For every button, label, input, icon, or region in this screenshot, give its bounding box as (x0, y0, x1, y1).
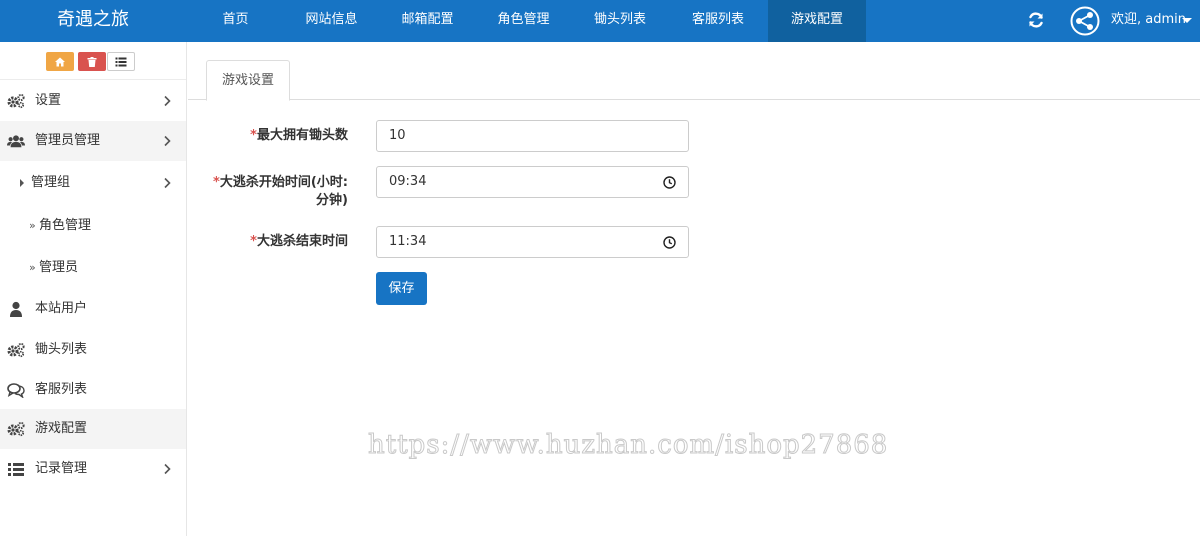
main-nav: 首页 网站信息 邮箱配置 角色管理 锄头列表 客服列表 游戏配置 (188, 0, 866, 42)
field-label-text: 最大拥有锄头数 (256, 128, 348, 143)
sidebar-item-role-manage[interactable]: » 角色管理 (0, 206, 186, 246)
comments-icon (7, 383, 25, 398)
double-angle-right-icon: » (29, 219, 36, 232)
sidebar-item-label: 游戏配置 (35, 421, 88, 436)
field-label: *大逃杀结束时间 (250, 233, 348, 251)
clock-icon[interactable] (663, 176, 676, 189)
time-value: 09:34 (389, 174, 427, 189)
home-icon (55, 57, 65, 66)
top-navbar: 奇遇之旅 首页 网站信息 邮箱配置 角色管理 锄头列表 客服列表 游戏配置 欢迎… (0, 0, 1200, 42)
sidebar-item-label: 设置 (35, 93, 62, 108)
battle-end-time-input[interactable]: 11:34 (376, 226, 689, 258)
sidebar-item-label: 管理员管理 (35, 133, 101, 148)
field-label: *大逃杀开始时间(小时: 分钟) (213, 174, 348, 210)
max-hoes-input[interactable]: 10 (376, 120, 689, 152)
caret-right-icon (20, 179, 24, 187)
sidebar-item-record-manage[interactable]: 记录管理 (0, 449, 186, 489)
nav-item-site-info[interactable]: 网站信息 (283, 0, 380, 42)
nav-item-hoe-list[interactable]: 锄头列表 (572, 0, 668, 42)
share-avatar-icon[interactable] (1070, 6, 1100, 36)
nav-item-game-config[interactable]: 游戏配置 (768, 0, 866, 42)
clear-cache-button[interactable] (78, 52, 106, 71)
sidebar-item-admin-group[interactable]: 管理组 (0, 163, 186, 203)
gears-icon (7, 93, 25, 109)
user-icon (10, 301, 22, 317)
gears-icon (7, 421, 25, 437)
list-icon (115, 57, 127, 66)
sidebar-toolbar (0, 42, 186, 80)
sidebar: 设置 管理员管理 管理组 » 角色管理 » 管理员 本站用户 锄头列表 客服列表… (0, 42, 187, 536)
sidebar-item-admin[interactable]: » 管理员 (0, 248, 186, 288)
required-mark: * (250, 128, 257, 143)
nav-item-mail-config[interactable]: 邮箱配置 (380, 0, 475, 42)
sidebar-item-service-list[interactable]: 客服列表 (0, 370, 186, 410)
sidebar-item-label: 客服列表 (35, 382, 88, 397)
main-content: 游戏设置 *最大拥有锄头数 10 *大逃杀开始时间(小时: 分钟) 09:34 … (188, 42, 1200, 536)
users-icon (7, 135, 25, 148)
user-greeting[interactable]: 欢迎, admin (1111, 0, 1186, 42)
sidebar-item-site-users[interactable]: 本站用户 (0, 289, 186, 329)
sidebar-item-label: 记录管理 (35, 461, 88, 476)
gears-icon (7, 342, 25, 358)
nav-item-role-manage[interactable]: 角色管理 (475, 0, 572, 42)
field-label: *最大拥有锄头数 (250, 127, 348, 145)
field-label-text: 大逃杀结束时间 (256, 234, 348, 249)
home-button[interactable] (46, 52, 74, 71)
caret-down-icon[interactable] (1182, 18, 1192, 23)
chevron-right-icon (164, 95, 171, 107)
nav-item-service-list[interactable]: 客服列表 (668, 0, 768, 42)
battle-start-time-input[interactable]: 09:34 (376, 166, 689, 198)
trash-icon (87, 56, 97, 67)
sidebar-item-label: 锄头列表 (35, 342, 88, 357)
sidebar-item-admin-manage[interactable]: 管理员管理 (0, 121, 186, 161)
sidebar-item-label: 本站用户 (35, 301, 88, 316)
sidebar-item-game-config[interactable]: 游戏配置 (0, 409, 186, 449)
refresh-icon[interactable] (1027, 11, 1045, 29)
watermark-text: https://www.huzhan.com/ishop27868 (367, 430, 889, 461)
nav-item-home[interactable]: 首页 (188, 0, 283, 42)
sidebar-item-label: 管理员 (39, 260, 79, 275)
sidebar-item-label: 角色管理 (39, 218, 92, 233)
chevron-right-icon (164, 135, 171, 147)
list-icon (8, 463, 24, 476)
sidebar-item-label: 管理组 (31, 175, 71, 190)
field-label-text: 大逃杀开始时间(小时: (219, 175, 348, 190)
required-mark: * (213, 175, 220, 190)
tab-game-settings[interactable]: 游戏设置 (206, 60, 290, 101)
clock-icon[interactable] (663, 236, 676, 249)
time-value: 11:34 (389, 234, 427, 249)
sidebar-item-settings[interactable]: 设置 (0, 81, 186, 121)
required-mark: * (250, 234, 257, 249)
chevron-right-icon (164, 177, 171, 189)
brand-title[interactable]: 奇遇之旅 (57, 0, 129, 42)
chevron-right-icon (164, 463, 171, 475)
list-toggle-button[interactable] (107, 52, 135, 71)
double-angle-right-icon: » (29, 261, 36, 274)
field-label-text-line2: 分钟) (316, 193, 348, 208)
save-button[interactable]: 保存 (376, 272, 427, 305)
tab-bar: 游戏设置 (188, 60, 1200, 101)
sidebar-item-hoe-list[interactable]: 锄头列表 (0, 330, 186, 370)
